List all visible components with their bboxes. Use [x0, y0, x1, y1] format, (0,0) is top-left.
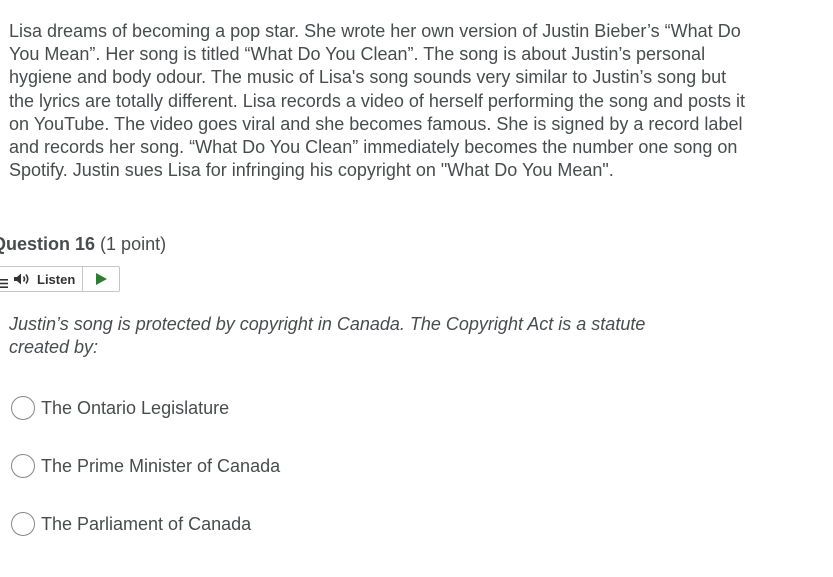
radio-button[interactable]	[11, 512, 35, 536]
listen-label: Listen	[37, 271, 76, 287]
option-parliament-of-canada[interactable]: The Parliament of Canada	[11, 510, 280, 538]
option-ontario-legislature[interactable]: The Ontario Legislature	[11, 394, 280, 422]
answer-options: The Ontario Legislature The Prime Minist…	[11, 394, 280, 568]
radio-button[interactable]	[11, 454, 35, 478]
speaker-icon	[14, 273, 29, 285]
listen-menu-button[interactable]	[0, 267, 9, 291]
radio-button[interactable]	[11, 396, 35, 420]
option-label: The Prime Minister of Canada	[41, 456, 281, 476]
option-label: The Parliament of Canada	[41, 514, 252, 534]
menu-icon	[0, 278, 8, 288]
play-button[interactable]	[83, 267, 119, 291]
play-icon	[95, 273, 107, 285]
option-prime-minister[interactable]: The Prime Minister of Canada	[11, 452, 280, 480]
question-header: Question 16 (1 point)	[0, 233, 166, 255]
question-points: (1 point)	[100, 234, 167, 254]
listen-toolbar: Listen	[0, 266, 121, 292]
listen-button[interactable]: Listen	[9, 267, 84, 291]
question-number: Question 16	[0, 234, 96, 254]
question-passage: Lisa dreams of becoming a pop star. She …	[9, 21, 746, 181]
option-label: The Ontario Legislature	[41, 398, 230, 418]
question-prompt: Justin’s song is protected by copyright …	[9, 314, 646, 357]
